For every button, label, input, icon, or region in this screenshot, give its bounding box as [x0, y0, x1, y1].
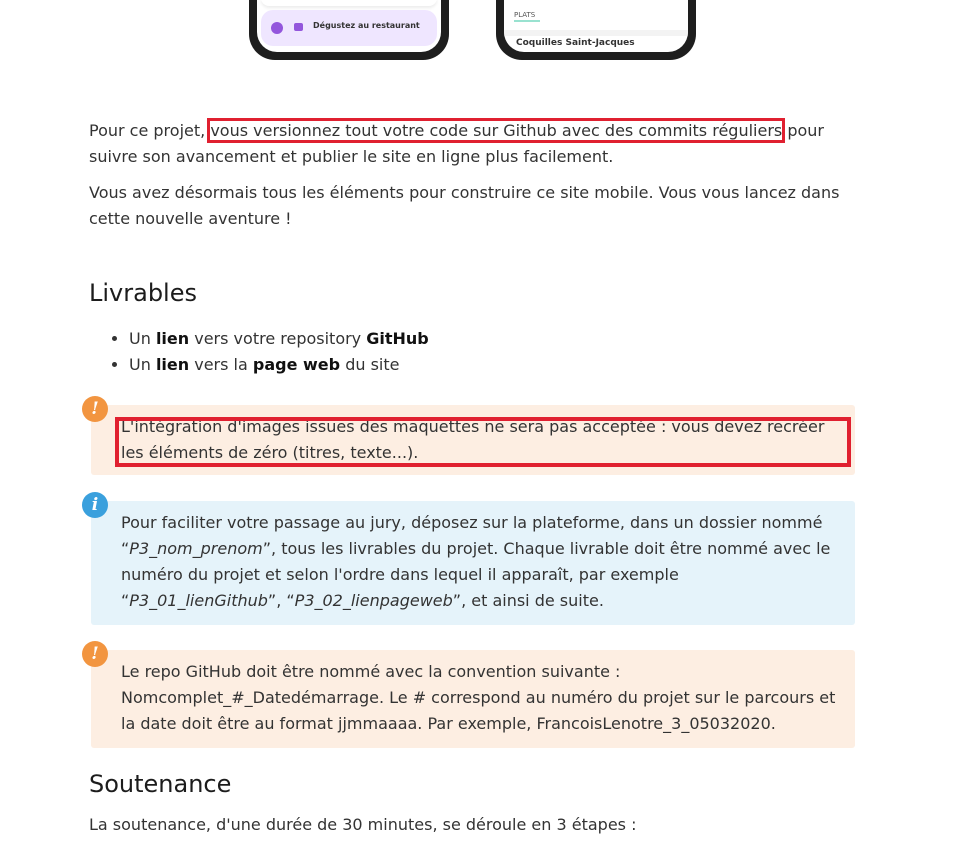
dine-in-option: Dégustez au restaurant [261, 10, 437, 46]
intro-paragraph-2: Vous avez désormais tous les éléments po… [89, 183, 840, 228]
intro-paragraph-1: Pour ce projet, vous versionnez tout vot… [89, 118, 849, 170]
soutenance-paragraph: La soutenance, d'une durée de 30 minutes… [89, 815, 637, 834]
warning-text-repo: Le repo GitHub doit être nommé avec la c… [121, 662, 836, 733]
phone-mockup-left: Dégustez au restaurant [249, 0, 449, 60]
number-badge-icon [271, 22, 283, 34]
phone-mockup-right: PLATS Coquilles Saint-Jacques [496, 0, 696, 60]
section-title-soutenance: Soutenance [89, 770, 232, 798]
section-tag: PLATS [514, 11, 536, 19]
info-icon: i [82, 492, 108, 518]
highlighted-github-text: vous versionnez tout votre code sur Gith… [207, 118, 786, 143]
intro-text-start: Pour ce projet, [89, 121, 211, 140]
warning-icon: ! [82, 396, 108, 422]
warning-callout-repo: ! Le repo GitHub doit être nommé avec la… [82, 641, 855, 748]
dish-name: Coquilles Saint-Jacques [516, 38, 635, 48]
dine-in-label: Dégustez au restaurant [313, 21, 420, 30]
restaurant-icon [294, 23, 303, 31]
list-item: Un lien vers votre repository GitHub [129, 326, 429, 352]
info-text-jury: Pour faciliter votre passage au jury, dé… [121, 513, 831, 610]
info-callout-jury: i Pour faciliter votre passage au jury, … [82, 492, 855, 625]
warning-icon: ! [82, 641, 108, 667]
list-item: Un lien vers la page web du site [129, 352, 429, 378]
tag-underline [514, 20, 540, 22]
deliverables-list: Un lien vers votre repository GitHub Un … [109, 326, 429, 378]
phone-mockups-image: Dégustez au restaurant PLATS Coquilles S… [0, 0, 954, 70]
highlight-frame [115, 417, 851, 467]
section-title-livrables: Livrables [89, 279, 197, 307]
